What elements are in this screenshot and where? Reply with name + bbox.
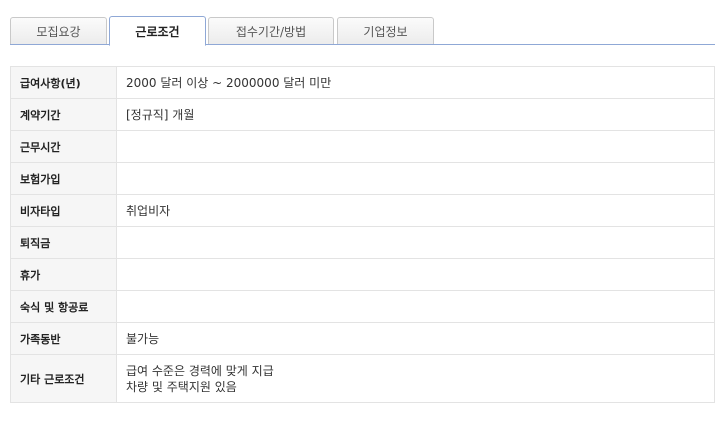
row-value: 취업비자 xyxy=(116,194,715,227)
row-value-line: 차량 및 주택지원 있음 xyxy=(126,379,237,394)
row-value xyxy=(116,290,715,323)
row-label: 비자타입 xyxy=(10,194,117,227)
tab-bar: 모집요강 근로조건 접수기간/방법 기업정보 xyxy=(10,16,715,46)
row-value xyxy=(116,130,715,163)
table-row: 퇴직금 xyxy=(10,226,715,259)
table-row: 급여사항(년) 2000 달러 이상 ~ 2000000 달러 미만 xyxy=(10,66,715,99)
row-label: 기타 근로조건 xyxy=(10,354,117,403)
tab-working-conditions[interactable]: 근로조건 xyxy=(109,16,206,46)
table-row: 숙식 및 항공료 xyxy=(10,290,715,323)
table-row: 기타 근로조건 급여 수준은 경력에 맞게 지급 차량 및 주택지원 있음 xyxy=(10,354,715,403)
table-row: 근무시간 xyxy=(10,130,715,163)
table-row: 비자타입 취업비자 xyxy=(10,194,715,227)
row-value xyxy=(116,258,715,291)
row-label: 근무시간 xyxy=(10,130,117,163)
row-value xyxy=(116,226,715,259)
row-value: 급여 수준은 경력에 맞게 지급 차량 및 주택지원 있음 xyxy=(116,354,715,403)
working-conditions-table: 급여사항(년) 2000 달러 이상 ~ 2000000 달러 미만 계약기간 … xyxy=(10,66,715,403)
row-label: 급여사항(년) xyxy=(10,66,117,99)
row-label: 가족동반 xyxy=(10,322,117,355)
table-row: 계약기간 [정규직] 개월 xyxy=(10,98,715,131)
row-value: 불가능 xyxy=(116,322,715,355)
row-value: [정규직] 개월 xyxy=(116,98,715,131)
row-value-line: 급여 수준은 경력에 맞게 지급 xyxy=(126,363,274,378)
row-value: 2000 달러 이상 ~ 2000000 달러 미만 xyxy=(116,66,715,99)
row-label: 휴가 xyxy=(10,258,117,291)
row-label: 보험가입 xyxy=(10,162,117,195)
tab-company-info[interactable]: 기업정보 xyxy=(337,17,434,44)
tab-recruitment[interactable]: 모집요강 xyxy=(10,17,107,44)
table-row: 휴가 xyxy=(10,258,715,291)
table-row: 보험가입 xyxy=(10,162,715,195)
row-label: 계약기간 xyxy=(10,98,117,131)
row-value xyxy=(116,162,715,195)
row-label: 숙식 및 항공료 xyxy=(10,290,117,323)
row-label: 퇴직금 xyxy=(10,226,117,259)
table-row: 가족동반 불가능 xyxy=(10,322,715,355)
tab-application-period[interactable]: 접수기간/방법 xyxy=(208,17,334,44)
